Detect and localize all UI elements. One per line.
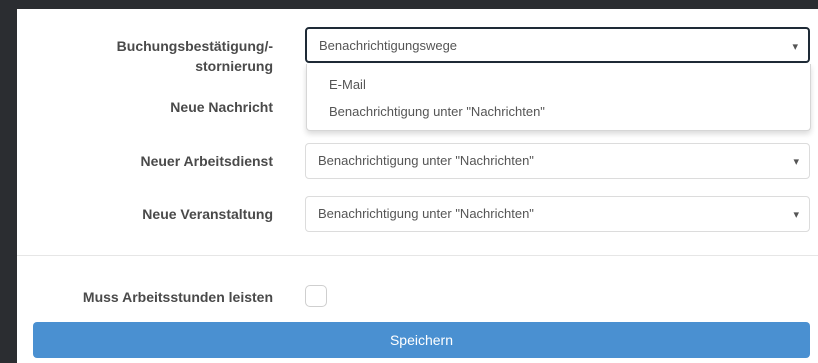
section-divider [17,255,818,256]
notification-dropdown-menu: E-Mail Benachrichtigung unter "Nachricht… [306,64,811,131]
booking-confirmation-label-line2: stornierung [195,58,273,74]
booking-confirmation-select-value: Benachrichtigungswege [319,38,458,53]
booking-confirmation-select[interactable]: Benachrichtigungswege ▾ [305,27,810,63]
settings-panel: Buchungsbestätigung/- stornierung Benach… [17,9,818,363]
new-work-duty-label: Neuer Arbeitsdienst [140,153,273,169]
new-message-label: Neue Nachricht [170,99,273,115]
booking-confirmation-label-line1: Buchungsbestätigung/- [116,38,273,54]
chevron-down-icon: ▾ [793,156,799,168]
new-work-duty-select[interactable]: Benachrichtigung unter "Nachrichten" ▾ [305,143,810,179]
dropdown-option-messages[interactable]: Benachrichtigung unter "Nachrichten" [329,103,545,121]
dropdown-option-email[interactable]: E-Mail [329,76,366,94]
save-button[interactable]: Speichern [33,322,810,358]
chevron-down-icon: ▾ [792,41,798,53]
must-work-hours-label: Muss Arbeitsstunden leisten [82,289,273,305]
new-event-select[interactable]: Benachrichtigung unter "Nachrichten" ▾ [305,196,810,232]
must-work-hours-checkbox[interactable] [305,285,327,307]
new-event-label: Neue Veranstaltung [142,206,273,222]
booking-confirmation-label: Buchungsbestätigung/- stornierung [17,36,273,76]
chevron-down-icon: ▾ [793,209,799,221]
new-work-duty-select-value: Benachrichtigung unter "Nachrichten" [318,153,534,168]
new-event-select-value: Benachrichtigung unter "Nachrichten" [318,206,534,221]
